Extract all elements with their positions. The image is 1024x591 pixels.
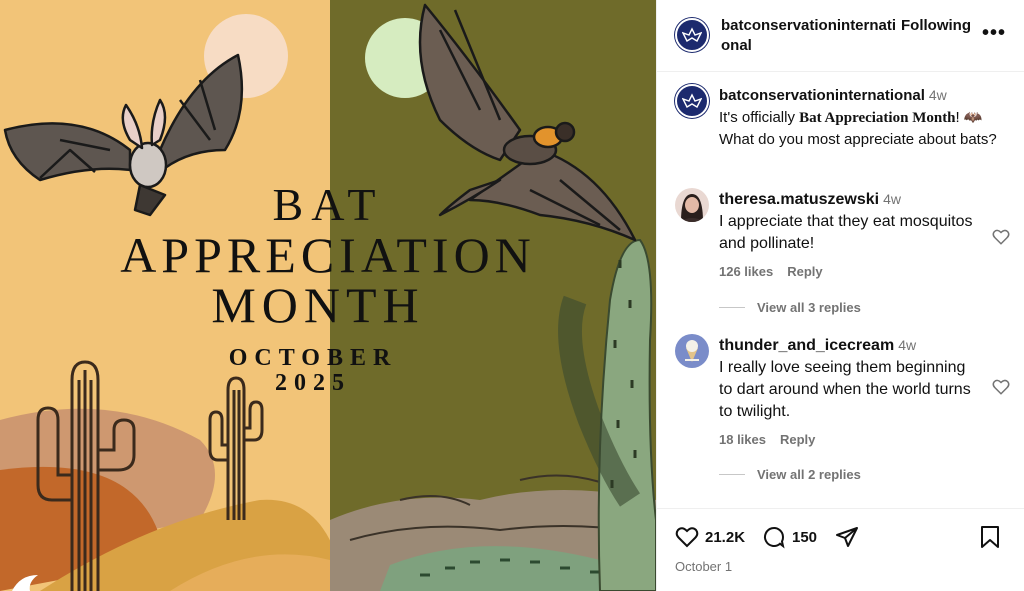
comment-username[interactable]: theresa.matuszewski: [719, 191, 879, 208]
person-photo-icon: [675, 188, 709, 222]
artwork-title-line3: MONTH: [211, 277, 425, 333]
comment-item: thunder_and_icecream 4w I really love see…: [675, 334, 1020, 451]
comment-likes[interactable]: 126 likes: [719, 264, 773, 279]
comment-username[interactable]: thunder_and_icecream: [719, 337, 894, 354]
artwork-date-year: 2025: [275, 370, 351, 396]
bookmark-icon: [981, 526, 999, 548]
replies-divider: [719, 307, 745, 308]
artwork-title-line1: BAT: [272, 179, 384, 230]
share-button[interactable]: [835, 525, 859, 549]
view-replies-button[interactable]: View all 3 replies: [719, 300, 861, 315]
comment-age: 4w: [898, 337, 917, 353]
view-replies-button[interactable]: View all 2 replies: [719, 467, 861, 482]
comment-body: theresa.matuszewski 4w I appreciate that …: [719, 188, 974, 283]
post-date: October 1: [675, 559, 733, 574]
caption-highlight: Bat Appreciation Month: [799, 110, 956, 126]
commenter-avatar[interactable]: [675, 334, 709, 368]
comment-meta: 18 likes Reply: [719, 429, 974, 451]
comment-item: theresa.matuszewski 4w I appreciate that …: [675, 188, 1020, 283]
reply-button[interactable]: Reply: [780, 432, 815, 447]
caption-username[interactable]: batconservationinternational: [719, 87, 925, 104]
bat-logo-icon: [682, 93, 702, 108]
post-actions: 21.2K 150 October 1: [657, 508, 1024, 591]
caption-age: 4w: [928, 87, 947, 103]
comment-button[interactable]: 150: [762, 525, 817, 549]
author-avatar[interactable]: [675, 18, 709, 52]
post-caption: batconservationinternational 4w It's offi…: [675, 84, 1020, 151]
view-replies-label: View all 3 replies: [757, 300, 861, 315]
replies-divider: [719, 474, 745, 475]
comment-text: I appreciate that they eat mosquitos and…: [719, 213, 973, 252]
comment-count: 150: [792, 528, 818, 546]
comment-meta: 126 likes Reply: [719, 261, 974, 283]
comment-text: I really love seeing them beginning to d…: [719, 359, 971, 420]
commenter-avatar[interactable]: [675, 188, 709, 222]
comment-likes[interactable]: 18 likes: [719, 432, 766, 447]
caption-text-start: It's officially: [719, 109, 800, 126]
post-details-panel: batconservationinternational Following •…: [656, 0, 1024, 591]
more-icon[interactable]: •••: [982, 22, 1006, 45]
bat-logo-icon: [682, 27, 702, 42]
post-image[interactable]: BAT APPRECIATION MONTH OCTOBER 2025: [0, 0, 656, 591]
heart-icon: [675, 527, 699, 548]
caption-avatar[interactable]: [675, 84, 709, 118]
comment-bubble-icon: [764, 527, 785, 549]
like-count: 21.2K: [705, 528, 746, 546]
reply-button[interactable]: Reply: [787, 264, 822, 279]
following-button[interactable]: Following: [901, 16, 971, 36]
comment-age: 4w: [883, 191, 901, 207]
send-icon: [836, 527, 858, 547]
view-replies-label: View all 2 replies: [757, 467, 861, 482]
like-button[interactable]: 21.2K: [675, 525, 745, 549]
ice-cream-avatar-icon: [675, 334, 709, 368]
heart-icon[interactable]: [992, 228, 1010, 246]
artwork-date-month: OCTOBER: [228, 345, 398, 371]
save-button[interactable]: [979, 525, 1001, 549]
post-header: batconservationinternational Following •…: [657, 0, 1024, 72]
author-username[interactable]: batconservationinternational: [721, 16, 901, 56]
caption-text: batconservationinternational 4w It's offi…: [719, 84, 1004, 151]
comment-body: thunder_and_icecream 4w I really love see…: [719, 334, 974, 451]
heart-icon[interactable]: [992, 378, 1010, 396]
